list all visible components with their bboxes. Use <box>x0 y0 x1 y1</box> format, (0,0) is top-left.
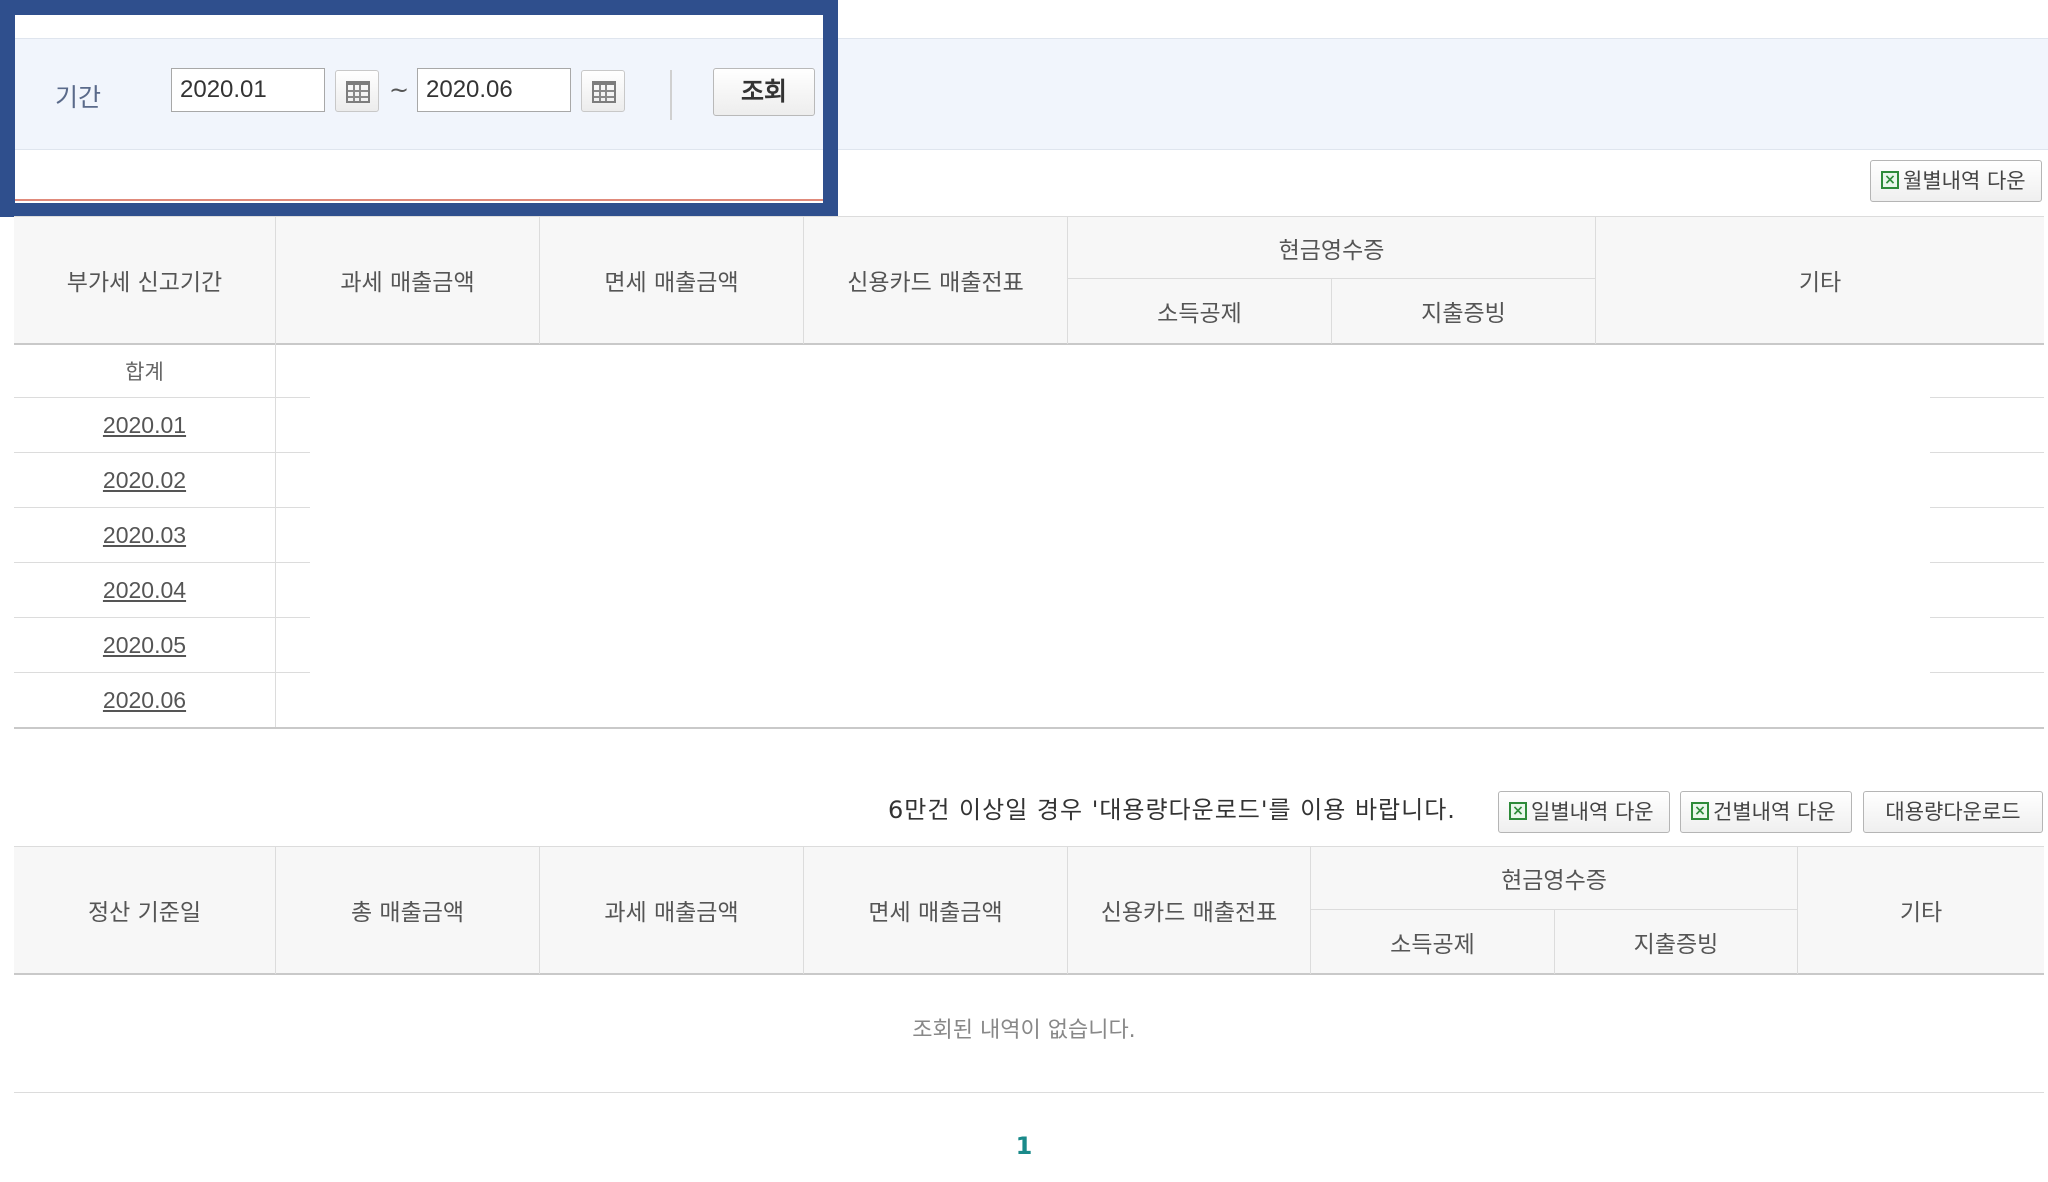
period-link[interactable]: 2020.05 <box>103 632 186 659</box>
detail-header-bottom-line <box>14 973 2044 975</box>
header-expense-proof: 지출증빙 <box>1633 931 1719 958</box>
summary-bottom-line <box>14 727 2044 729</box>
period-link[interactable]: 2020.01 <box>103 412 186 439</box>
highlight-box <box>0 0 838 217</box>
period-link[interactable]: 2020.04 <box>103 577 186 604</box>
period-row: 2020.02 <box>14 453 275 507</box>
per-item-download-label: 건별내역 다운 <box>1713 800 1836 824</box>
period-row: 2020.05 <box>14 618 275 672</box>
pagination-current-page: 1 <box>0 1132 2048 1160</box>
header-cash-receipt: 현금영수증 <box>1501 868 1607 894</box>
excel-icon: × <box>1881 171 1899 189</box>
period-link[interactable]: 2020.03 <box>103 522 186 549</box>
header-exempt-sales: 면세 매출금액 <box>868 900 1003 926</box>
header-exempt-sales: 면세 매출금액 <box>604 270 739 296</box>
page-link[interactable]: 1 <box>1016 1132 1033 1160</box>
empty-result-message: 조회된 내역이 없습니다. <box>912 1018 1136 1043</box>
row-line <box>1930 672 2044 673</box>
daily-download-button[interactable]: × 일별내역 다운 <box>1498 791 1670 833</box>
header-settlement-date: 정산 기준일 <box>87 900 202 926</box>
row-line <box>1930 562 2044 563</box>
monthly-download-label: 월별내역 다운 <box>1903 169 2026 193</box>
monthly-download-button[interactable]: × 월별내역 다운 <box>1870 160 2042 202</box>
header-card-sales: 신용카드 매출전표 <box>847 270 1024 296</box>
row-line <box>1930 452 2044 453</box>
excel-icon: × <box>1691 802 1709 820</box>
period-row: 2020.06 <box>14 673 275 727</box>
bulk-download-button[interactable]: 대용량다운로드 <box>1863 791 2043 833</box>
excel-icon: × <box>1509 802 1527 820</box>
bulk-download-notice: 6만건 이상일 경우 '대용량다운로드'를 이용 바랍니다. <box>888 796 1456 824</box>
period-row: 2020.01 <box>14 398 275 452</box>
period-link[interactable]: 2020.06 <box>103 687 186 714</box>
period-row: 2020.04 <box>14 563 275 617</box>
header-expense-proof: 지출증빙 <box>1421 301 1506 327</box>
header-income-deduction: 소득공제 <box>1390 931 1475 958</box>
total-row-label: 합계 <box>125 360 164 384</box>
summary-header-bottom-line <box>14 343 2044 345</box>
header-income-deduction: 소득공제 <box>1157 301 1242 327</box>
header-other: 기타 <box>1899 900 1943 926</box>
row-line <box>1930 617 2044 618</box>
detail-bottom-line <box>14 1092 2044 1093</box>
header-other: 기타 <box>1798 270 1842 296</box>
row-line <box>1930 397 2044 398</box>
header-cash-receipt: 현금영수증 <box>1278 237 1385 264</box>
per-item-download-button[interactable]: × 건별내역 다운 <box>1680 791 1852 833</box>
header-total-sales: 총 매출금액 <box>350 900 465 926</box>
period-link[interactable]: 2020.02 <box>103 467 186 494</box>
header-card-sales: 신용카드 매출전표 <box>1100 900 1278 926</box>
period-row: 2020.03 <box>14 508 275 562</box>
row-line <box>1930 507 2044 508</box>
header-taxable-sales: 과세 매출금액 <box>604 900 739 926</box>
daily-download-label: 일별내역 다운 <box>1531 800 1654 824</box>
header-taxable-sales: 과세 매출금액 <box>340 270 475 296</box>
header-period: 부가세 신고기간 <box>66 270 223 296</box>
